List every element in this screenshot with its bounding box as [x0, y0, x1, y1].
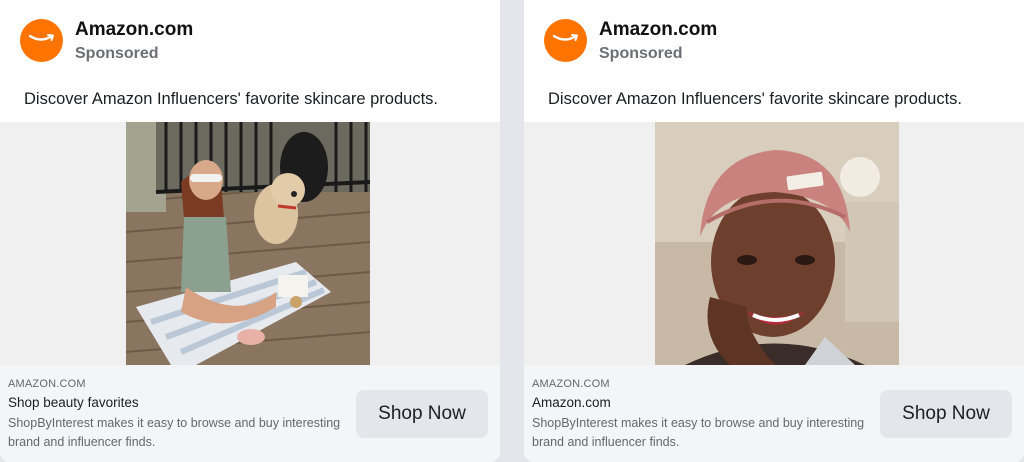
link-headline[interactable]: Shop beauty favorites — [8, 395, 139, 410]
amazon-logo-icon[interactable] — [20, 19, 63, 62]
link-description: ShopByInterest makes it easy to browse a… — [532, 416, 865, 449]
shop-now-button[interactable]: Shop Now — [880, 390, 1012, 438]
shop-now-button[interactable]: Shop Now — [356, 390, 488, 438]
link-domain: AMAZON.COM — [532, 378, 610, 390]
ad-link-footer[interactable]: AMAZON.COM Amazon.com ShopByInterest mak… — [524, 365, 1024, 462]
advertiser-name[interactable]: Amazon.com — [75, 19, 193, 41]
link-domain: AMAZON.COM — [8, 378, 86, 390]
photo-smiling-woman-icon[interactable] — [655, 122, 899, 365]
ad-card-1: Amazon.com Sponsored Discover Amazon Inf… — [0, 0, 500, 462]
sponsored-label[interactable]: Sponsored — [75, 45, 159, 63]
ad-media[interactable] — [524, 122, 1024, 365]
sponsored-label[interactable]: Sponsored — [599, 45, 683, 63]
ad-card-2: Amazon.com Sponsored Discover Amazon Inf… — [524, 0, 1024, 462]
ad-link-footer[interactable]: AMAZON.COM Shop beauty favorites ShopByI… — [0, 365, 500, 462]
ad-header: Amazon.com Sponsored Discover Amazon Inf… — [524, 0, 1024, 122]
ad-message: Discover Amazon Influencers' favorite sk… — [24, 90, 438, 108]
link-description: ShopByInterest makes it easy to browse a… — [8, 416, 341, 449]
amazon-logo-icon[interactable] — [544, 19, 587, 62]
photo-woman-with-dog-icon[interactable] — [126, 122, 370, 365]
link-headline[interactable]: Amazon.com — [532, 395, 611, 410]
advertiser-name[interactable]: Amazon.com — [599, 19, 717, 41]
ad-media[interactable] — [0, 122, 500, 365]
ad-header: Amazon.com Sponsored Discover Amazon Inf… — [0, 0, 500, 122]
ad-message: Discover Amazon Influencers' favorite sk… — [548, 90, 962, 108]
